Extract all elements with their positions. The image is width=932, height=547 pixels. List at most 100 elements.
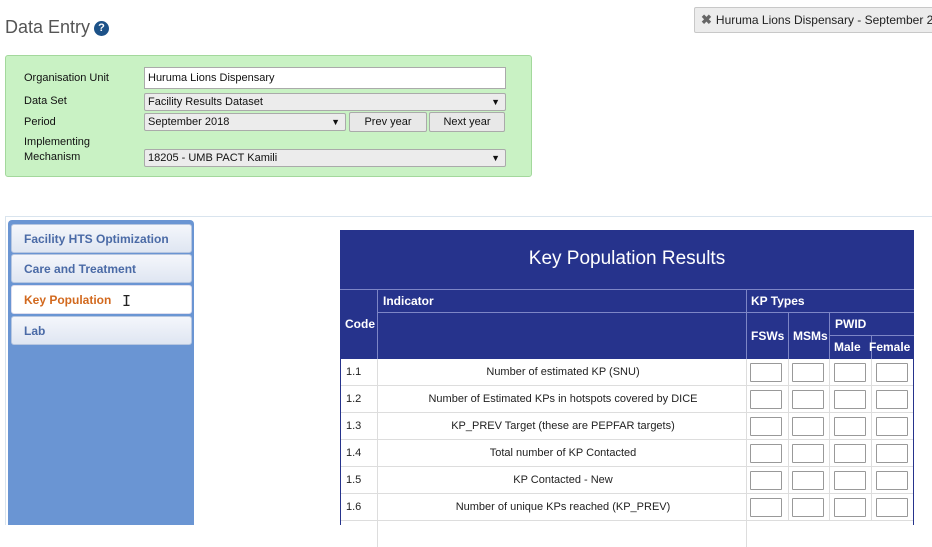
table-row: 1.4 Total number of KP Contacted [341,440,913,467]
row-code: 1.5 [346,474,362,486]
msms-input[interactable] [792,498,824,517]
tab-lab[interactable]: Lab [11,316,192,345]
mechanism-label-line2: Mechanism [24,151,81,163]
divider [746,467,747,493]
msms-input[interactable] [792,417,824,436]
data-entry-form: Key Population Results Code Indicator KP… [340,230,914,547]
pwid-male-input[interactable] [834,363,866,382]
help-icon[interactable]: ? [94,21,110,36]
divider [829,413,830,439]
next-year-button[interactable]: Next year [429,112,505,132]
header-female: Female [869,340,911,354]
header-kp-types: KP Types [751,294,805,308]
header-fsws: FSWs [751,329,785,343]
divider [788,386,789,412]
chevron-down-icon: ▼ [331,117,340,127]
chevron-down-icon: ▼ [491,97,500,107]
table-row: 1.6 Number of unique KPs reached (KP_PRE… [341,494,913,521]
tab-key-population[interactable]: Key Population [11,285,192,314]
row-indicator: KP Contacted - New [513,474,613,486]
pwid-female-input[interactable] [876,417,908,436]
mechanism-select[interactable]: 18205 - UMB PACT Kamili ▼ [144,149,506,167]
divider [746,413,747,439]
msms-input[interactable] [792,363,824,382]
dataset-label: Data Set [24,95,67,107]
row-indicator: KP_PREV Target (these are PEPFAR targets… [451,420,675,432]
msms-input[interactable] [792,390,824,409]
row-indicator: Total number of KP Contacted [489,447,637,459]
header-msms: MSMs [793,329,828,343]
header-male: Male [834,340,861,354]
divider [788,413,789,439]
text-cursor-icon: I [122,292,132,310]
table-row: 1.3 KP_PREV Target (these are PEPFAR tar… [341,413,913,440]
tab-facility-hts-optimization[interactable]: Facility HTS Optimization [11,224,192,253]
fsws-input[interactable] [750,498,782,517]
chevron-down-icon: ▼ [491,153,500,163]
table-row: 1.2 Number of Estimated KPs in hotspots … [341,386,913,413]
pwid-male-input[interactable] [834,417,866,436]
divider [871,386,872,412]
org-unit-value: Huruma Lions Dispensary [148,72,275,84]
divider [377,312,914,313]
fsws-input[interactable] [750,471,782,490]
dataset-value: Facility Results Dataset [148,96,263,108]
selected-org-label: Huruma Lions Dispensary - September 2018 [715,13,932,27]
divider [788,440,789,466]
divider [788,359,789,385]
fsws-input[interactable] [750,390,782,409]
divider [746,289,747,359]
pwid-female-input[interactable] [876,390,908,409]
row-code: 1.1 [346,366,362,378]
divider [788,494,789,520]
pwid-male-input[interactable] [834,471,866,490]
period-select[interactable]: September 2018 ▼ [144,113,346,131]
period-value: September 2018 [148,116,230,128]
pwid-female-input[interactable] [876,444,908,463]
row-indicator: Number of Estimated KPs in hotspots cove… [428,393,698,405]
table-row: 1.5 KP Contacted - New [341,467,913,494]
pwid-female-input[interactable] [876,471,908,490]
selection-panel: Organisation Unit Huruma Lions Dispensar… [5,55,532,177]
divider [340,289,914,290]
pwid-male-input[interactable] [834,390,866,409]
divider [829,494,830,520]
fsws-input[interactable] [750,417,782,436]
divider [829,359,830,385]
form-title: Key Population Results [528,248,726,269]
divider [788,312,789,359]
pwid-female-input[interactable] [876,498,908,517]
close-icon[interactable]: ✖ [701,12,712,27]
divider [746,440,747,466]
msms-input[interactable] [792,471,824,490]
msms-input[interactable] [792,444,824,463]
divider [829,386,830,412]
divider [377,289,378,359]
divider-vertical [5,216,6,525]
row-code: 1.2 [346,393,362,405]
fsws-input[interactable] [750,444,782,463]
divider [377,386,378,412]
row-indicator: Number of estimated KP (SNU) [486,366,640,378]
pwid-male-input[interactable] [834,498,866,517]
divider [829,440,830,466]
pwid-female-input[interactable] [876,363,908,382]
dataset-select[interactable]: Facility Results Dataset ▼ [144,93,506,111]
org-unit-field[interactable]: Huruma Lions Dispensary [144,67,506,89]
divider [5,216,932,217]
header-code: Code [345,317,375,331]
divider [829,335,914,336]
divider [377,467,378,493]
divider [377,359,378,385]
row-code: 1.3 [346,420,362,432]
fsws-input[interactable] [750,363,782,382]
row-code: 1.6 [346,501,362,513]
prev-year-button[interactable]: Prev year [349,112,427,132]
selected-org-tag[interactable]: ✖ Huruma Lions Dispensary - September 201… [694,7,932,33]
pwid-male-input[interactable] [834,444,866,463]
row-indicator: Number of unique KPs reached (KP_PREV) [455,501,671,513]
divider [746,359,747,385]
mechanism-value: 18205 - UMB PACT Kamili [148,152,278,164]
section-tabs: Facility HTS Optimization Care and Treat… [8,220,194,525]
tab-care-and-treatment[interactable]: Care and Treatment [11,254,192,283]
